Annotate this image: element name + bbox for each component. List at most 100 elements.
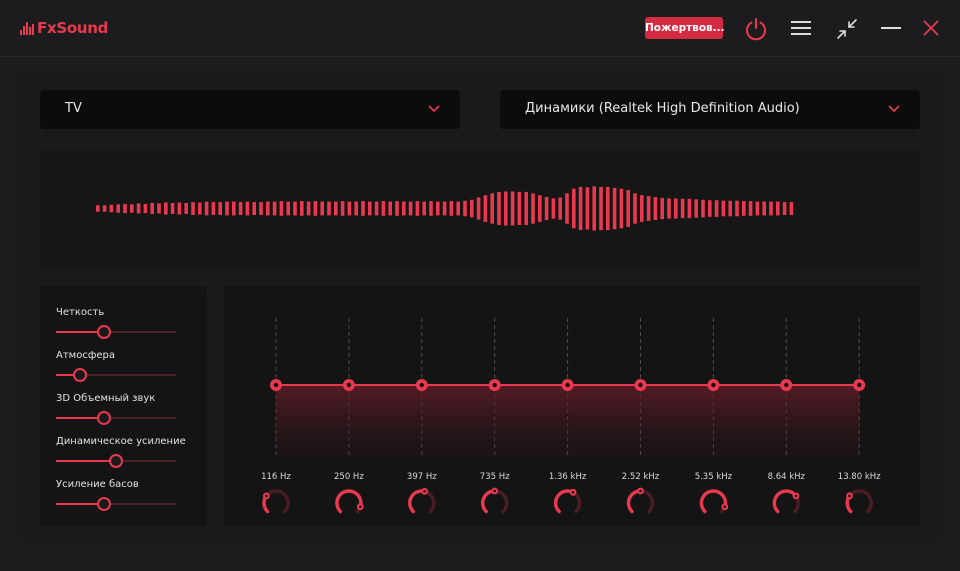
visualizer-bar [497, 191, 501, 225]
donate-button[interactable]: Пожертвов... [645, 17, 725, 39]
fxsound-logo: FxSound [20, 19, 108, 37]
eq-knob-value [408, 489, 427, 514]
eq-band-knob-center [723, 505, 727, 509]
visualizer-bar [585, 187, 590, 230]
visualizer-bar [728, 200, 732, 217]
preset-dropdown[interactable]: TV [40, 90, 460, 129]
visualizer-bar [748, 201, 753, 216]
visualizer-bar [150, 203, 154, 214]
eq-band-handle-center [857, 382, 862, 388]
output-device-dropdown[interactable]: Динамики (Realtek High Definition Audio) [500, 90, 920, 129]
visualizer-bar [320, 201, 324, 216]
visualizer-bar [476, 197, 481, 220]
eq-band-knob-center [848, 494, 851, 498]
slider-thumb[interactable] [97, 325, 111, 339]
eq-curve-fill [276, 385, 860, 456]
visualizer-bar [279, 201, 284, 216]
visualizer-bar [334, 201, 338, 216]
visualizer-bar [347, 201, 352, 216]
ambience-slider[interactable] [56, 368, 176, 382]
visualizer-bar [429, 201, 433, 216]
visualizer-bar [327, 201, 331, 216]
visualizer-bar [402, 201, 406, 216]
slider-thumb[interactable] [73, 368, 87, 382]
bass-boost-slider[interactable] [56, 497, 176, 511]
eq-band-handle-center [638, 382, 643, 388]
visualizer-bar [782, 202, 787, 215]
visualizer-bar [687, 198, 692, 219]
eq-band-freq-label: 116 Hz [261, 472, 291, 482]
chevron-down-icon [888, 105, 900, 113]
visualizer-bar [640, 195, 644, 222]
visualizer-bar [694, 199, 698, 218]
audio-visualizer [40, 150, 920, 267]
visualizer-bar [565, 193, 569, 224]
visualizer-bar [422, 201, 426, 216]
visualizer-bar [742, 201, 746, 216]
effect-label: Четкость [56, 307, 105, 318]
visualizer-bar [170, 203, 175, 214]
visualizer-bar [551, 198, 556, 219]
effect-dynamic-boost: Динамическое усиление [56, 436, 186, 468]
dynamic-boost-slider[interactable] [56, 454, 176, 468]
visualizer-bar [721, 200, 726, 217]
visualizer-bar [313, 201, 318, 216]
eq-band-handle-center [565, 382, 570, 388]
eq-band-freq-label: 1.36 kHz [549, 472, 587, 482]
close-icon[interactable] [922, 19, 940, 37]
visualizer-bar [619, 188, 624, 229]
visualizer-bar [701, 199, 705, 218]
visualizer-bar [776, 201, 780, 216]
visualizer-bar [470, 199, 474, 218]
visualizer-bar [381, 201, 386, 216]
effect-label: Атмосфера [56, 350, 116, 361]
eq-band-freq-label: 397 Hz [407, 472, 437, 482]
visualizer-bar [660, 197, 664, 220]
eq-band-freq-label: 735 Hz [480, 472, 510, 482]
visualizer-bar [667, 198, 671, 219]
equalizer-graph: 116 Hz 250 Hz 397 Hz 735 Hz 1.36 kHz 2.52 kHz… [261, 318, 881, 514]
chevron-down-icon [428, 105, 440, 113]
visualizer-bar [293, 201, 297, 216]
visualizer-bar [116, 204, 120, 213]
visualizer-bar [232, 201, 236, 216]
collapse-view-icon[interactable] [836, 18, 858, 40]
visualizer-bar [245, 201, 250, 216]
menu-icon[interactable] [790, 20, 812, 36]
visualizer-bar [714, 200, 719, 217]
eq-band-knob-center [639, 489, 642, 493]
effect-clarity: Четкость [56, 307, 176, 339]
visualizer-bar [442, 201, 447, 216]
visualizer-bar [184, 203, 188, 214]
visualizer-bar [463, 200, 467, 217]
visualizer-bar [177, 202, 182, 215]
visualizer-bar [674, 198, 678, 219]
eq-band-freq-label: 5.35 kHz [695, 472, 733, 482]
slider-thumb[interactable] [97, 497, 111, 511]
power-icon[interactable] [743, 16, 769, 42]
eq-band-freq-label: 2.52 kHz [622, 472, 660, 482]
visualizer-bar [755, 201, 760, 216]
visualizer-bar [524, 191, 528, 225]
visualizer-bar [259, 202, 263, 215]
minimize-icon[interactable] [880, 20, 902, 36]
eq-band-knob-center [359, 505, 362, 509]
equalizer-panel: 116 Hz 250 Hz 397 Hz 735 Hz 1.36 kHz 2.52 kHz… [224, 286, 920, 526]
visualizer-bar [218, 202, 222, 215]
visualizer-bar [789, 202, 794, 215]
clarity-slider[interactable] [56, 325, 176, 339]
visualizer-bar [558, 197, 562, 220]
eq-band-handle-center [419, 382, 424, 388]
visualizer-bar [653, 197, 658, 220]
visualizer-bar [735, 200, 739, 217]
eq-knob-value [699, 489, 728, 514]
slider-thumb[interactable] [109, 454, 123, 468]
visualizer-bar [368, 201, 372, 216]
visualizer-bar [238, 202, 243, 215]
eq-band-handle-center [711, 382, 716, 388]
slider-thumb[interactable] [97, 411, 111, 425]
visualizer-bar [408, 201, 413, 216]
surround-slider[interactable] [56, 411, 176, 425]
eq-band-handle-center [273, 382, 279, 388]
app-title: FxSound [37, 19, 109, 37]
